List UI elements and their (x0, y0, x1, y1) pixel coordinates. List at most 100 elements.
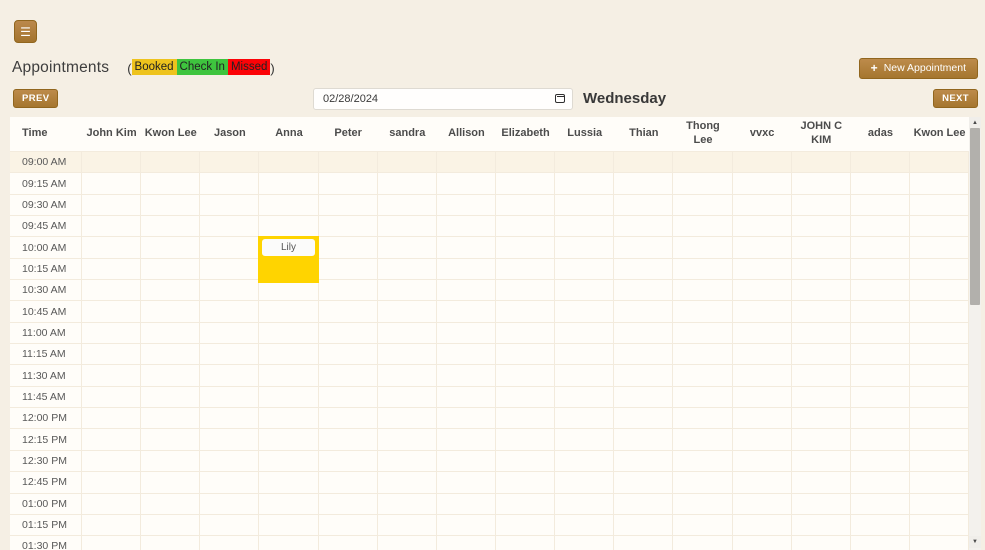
slot-cell[interactable] (259, 173, 318, 194)
slot-cell[interactable] (378, 344, 437, 365)
slot-cell[interactable] (141, 301, 200, 322)
slot-cell[interactable] (851, 365, 910, 386)
slot-cell[interactable] (733, 344, 792, 365)
slot-cell[interactable] (378, 195, 437, 216)
slot-cell[interactable] (614, 173, 673, 194)
slot-cell[interactable] (851, 408, 910, 429)
slot-cell[interactable] (496, 195, 555, 216)
slot-cell[interactable] (437, 515, 496, 536)
slot-cell[interactable] (733, 323, 792, 344)
slot-cell[interactable] (910, 344, 969, 365)
slot-cell[interactable] (378, 515, 437, 536)
slot-cell[interactable] (141, 323, 200, 344)
slot-cell[interactable] (141, 216, 200, 237)
slot-cell[interactable] (319, 280, 378, 301)
slot-cell[interactable] (319, 451, 378, 472)
slot-cell[interactable] (673, 280, 732, 301)
slot-cell[interactable] (437, 387, 496, 408)
slot-cell[interactable] (614, 152, 673, 173)
slot-cell[interactable] (555, 365, 614, 386)
slot-cell[interactable] (200, 237, 259, 258)
slot-cell[interactable] (792, 365, 851, 386)
slot-cell[interactable] (555, 259, 614, 280)
slot-cell[interactable] (259, 536, 318, 550)
slot-cell[interactable] (910, 408, 969, 429)
slot-cell[interactable] (378, 259, 437, 280)
slot-cell[interactable] (733, 301, 792, 322)
slot-cell[interactable] (496, 515, 555, 536)
slot-cell[interactable] (673, 301, 732, 322)
slot-cell[interactable] (851, 344, 910, 365)
slot-cell[interactable] (792, 280, 851, 301)
slot-cell[interactable] (378, 451, 437, 472)
slot-cell[interactable] (673, 387, 732, 408)
slot-cell[interactable] (851, 387, 910, 408)
slot-cell[interactable] (378, 365, 437, 386)
slot-cell[interactable] (792, 429, 851, 450)
slot-cell[interactable] (259, 323, 318, 344)
slot-cell[interactable] (673, 429, 732, 450)
slot-cell[interactable] (82, 429, 141, 450)
slot-cell[interactable] (614, 323, 673, 344)
slot-cell[interactable] (614, 429, 673, 450)
slot-cell[interactable] (673, 195, 732, 216)
slot-cell[interactable] (82, 259, 141, 280)
slot-cell[interactable] (555, 451, 614, 472)
slot-cell[interactable] (496, 152, 555, 173)
slot-cell[interactable] (614, 472, 673, 493)
slot-cell[interactable] (378, 301, 437, 322)
slot-cell[interactable] (82, 365, 141, 386)
slot-cell[interactable] (792, 472, 851, 493)
slot-cell[interactable] (378, 280, 437, 301)
slot-cell[interactable] (673, 472, 732, 493)
slot-cell[interactable] (673, 237, 732, 258)
slot-cell[interactable] (82, 195, 141, 216)
slot-cell[interactable] (555, 408, 614, 429)
slot-cell[interactable] (792, 536, 851, 550)
slot-cell[interactable] (200, 195, 259, 216)
slot-cell[interactable] (319, 259, 378, 280)
slot-cell[interactable] (555, 515, 614, 536)
slot-cell[interactable] (792, 237, 851, 258)
slot-cell[interactable] (200, 365, 259, 386)
slot-cell[interactable] (496, 173, 555, 194)
slot-cell[interactable] (792, 451, 851, 472)
slot-cell[interactable] (910, 472, 969, 493)
slot-cell[interactable] (378, 237, 437, 258)
slot-cell[interactable] (437, 344, 496, 365)
slot-cell[interactable] (82, 536, 141, 550)
slot-cell[interactable] (555, 429, 614, 450)
slot-cell[interactable] (378, 408, 437, 429)
slot-cell[interactable] (673, 259, 732, 280)
slot-cell[interactable] (437, 494, 496, 515)
slot-cell[interactable] (910, 152, 969, 173)
slot-cell[interactable] (673, 344, 732, 365)
slot-cell[interactable] (851, 323, 910, 344)
slot-cell[interactable] (496, 408, 555, 429)
slot-cell[interactable] (496, 365, 555, 386)
slot-cell[interactable] (200, 451, 259, 472)
slot-cell[interactable] (141, 408, 200, 429)
slot-cell[interactable] (378, 429, 437, 450)
slot-cell[interactable] (910, 365, 969, 386)
slot-cell[interactable] (792, 259, 851, 280)
slot-cell[interactable] (259, 365, 318, 386)
slot-cell[interactable] (614, 451, 673, 472)
slot-cell[interactable] (82, 301, 141, 322)
slot-cell[interactable] (496, 387, 555, 408)
slot-cell[interactable] (792, 323, 851, 344)
slot-cell[interactable] (200, 344, 259, 365)
slot-cell[interactable] (437, 408, 496, 429)
slot-cell[interactable] (910, 259, 969, 280)
slot-cell[interactable] (141, 536, 200, 550)
slot-cell[interactable] (496, 536, 555, 550)
slot-cell[interactable] (200, 280, 259, 301)
slot-cell[interactable] (141, 237, 200, 258)
slot-cell[interactable] (378, 173, 437, 194)
slot-cell[interactable] (259, 301, 318, 322)
slot-cell[interactable] (378, 494, 437, 515)
slot-cell[interactable] (614, 536, 673, 550)
slot-cell[interactable] (82, 472, 141, 493)
slot-cell[interactable] (437, 536, 496, 550)
slot-cell[interactable] (792, 301, 851, 322)
